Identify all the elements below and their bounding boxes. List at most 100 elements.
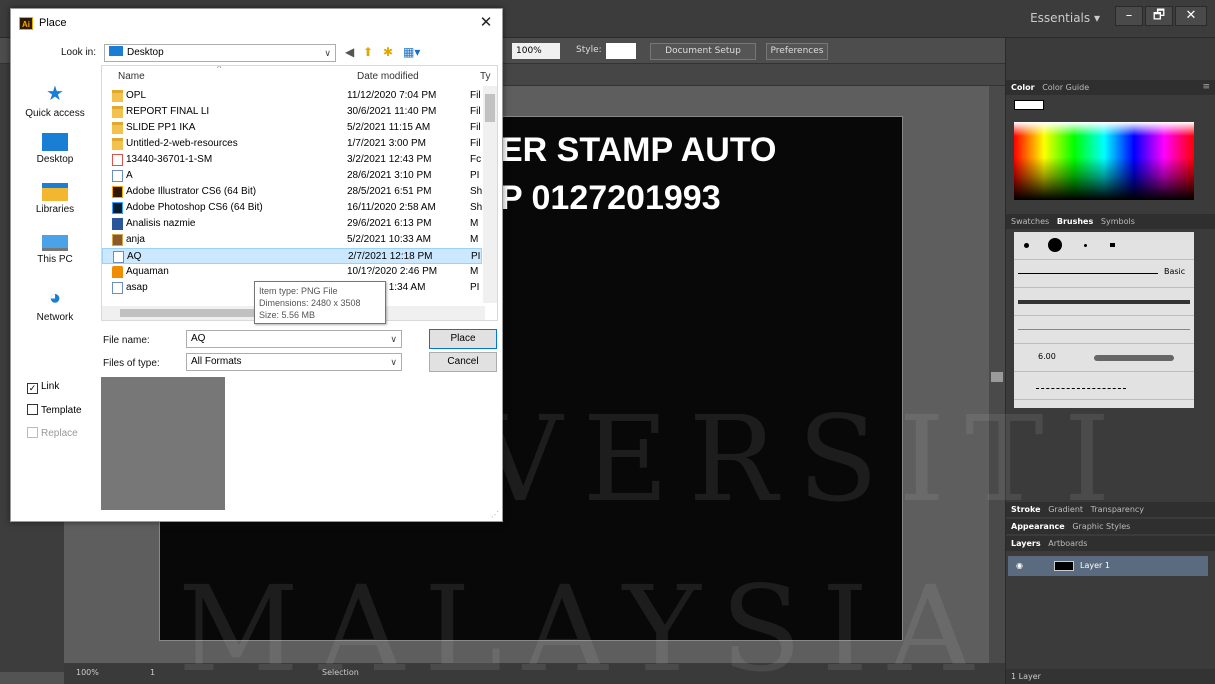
place-button[interactable]: Place — [429, 329, 497, 349]
dialog-title-bar[interactable]: Ai Place ✕ — [11, 9, 502, 39]
checkbox-empty-icon — [27, 404, 38, 415]
scroll-thumb[interactable] — [991, 372, 1003, 382]
link-checkbox[interactable]: ✓ Link — [27, 381, 59, 394]
file-row[interactable]: AQ 2/7/2021 12:18 PM PI — [102, 248, 482, 264]
places-bar: ★ Quick access Desktop Libraries This PC… — [19, 65, 91, 325]
tab-transparency[interactable]: Transparency — [1091, 505, 1144, 514]
tab-color[interactable]: Color — [1011, 83, 1035, 92]
brush-row-dashed[interactable] — [1014, 372, 1194, 400]
file-date: 30/6/2021 11:40 PM — [347, 106, 437, 117]
tab-swatches[interactable]: Swatches — [1011, 217, 1049, 226]
brushes-list: Basic 6.00 — [1014, 232, 1194, 408]
file-list-vertical-scrollbar[interactable] — [483, 86, 497, 303]
file-date: 2/7/2021 12:18 PM — [348, 251, 433, 262]
scroll-thumb[interactable] — [485, 94, 495, 122]
file-row[interactable]: SLIDE PP1 IKA 5/2/2021 11:15 AM Fil — [102, 120, 482, 136]
close-icon[interactable]: ✕ — [476, 13, 496, 33]
stroke-panel-header: Stroke Gradient Transparency — [1006, 502, 1215, 517]
tab-artboards[interactable]: Artboards — [1048, 539, 1087, 548]
tab-stroke[interactable]: Stroke — [1011, 505, 1041, 514]
restore-button[interactable]: 🗗 — [1145, 6, 1173, 26]
file-name-input[interactable]: AQ ∨ — [186, 330, 402, 348]
workspace-switcher[interactable]: Essentials ▾ — [1030, 11, 1100, 25]
file-row[interactable]: anja 5/2/2021 10:33 AM M — [102, 232, 482, 248]
file-row[interactable]: A 28/6/2021 3:10 PM PI — [102, 168, 482, 184]
opacity-field[interactable]: 100% — [512, 43, 560, 59]
place-quick-access[interactable]: ★ Quick access — [19, 83, 91, 119]
file-name: Adobe Illustrator CS6 (64 Bit) — [126, 186, 257, 197]
preferences-button[interactable]: Preferences — [766, 43, 828, 60]
minimize-button[interactable]: – — [1115, 6, 1143, 26]
column-type[interactable]: Ty — [480, 71, 491, 82]
file-row[interactable]: 13440-36701-1-SM 3/2/2021 12:43 PM Fc — [102, 152, 482, 168]
layer-name[interactable]: Layer 1 — [1080, 556, 1110, 576]
back-icon[interactable]: ◀ — [345, 45, 354, 59]
file-row[interactable]: Adobe Illustrator CS6 (64 Bit) 28/5/2021 … — [102, 184, 482, 200]
status-tool[interactable]: Selection — [322, 668, 359, 677]
tooltip-dimensions: Dimensions: 2480 x 3508 — [259, 298, 361, 308]
file-name: A — [126, 170, 133, 181]
file-name: REPORT FINAL LI — [126, 106, 210, 117]
file-row[interactable]: Adobe Photoshop CS6 (64 Bit) 16/11/2020 2… — [102, 200, 482, 216]
new-folder-icon[interactable]: ✱ — [383, 45, 393, 59]
place-libraries[interactable]: Libraries — [19, 183, 91, 215]
file-name: Untitled-2-web-resources — [126, 138, 238, 149]
checkbox-disabled-icon — [27, 427, 38, 438]
layer-row[interactable]: ◉ Layer 1 — [1008, 556, 1208, 576]
brush-row-arrow[interactable] — [1014, 316, 1194, 344]
file-date: 5/2/2021 11:15 AM — [347, 122, 431, 133]
style-label: Style: — [576, 45, 602, 55]
look-in-dropdown[interactable]: Desktop ∨ — [104, 44, 336, 62]
status-zoom[interactable]: 100% — [76, 668, 99, 677]
tab-graphic-styles[interactable]: Graphic Styles — [1072, 522, 1130, 531]
brush-row-charcoal[interactable] — [1014, 288, 1194, 316]
folder-icon — [112, 90, 123, 102]
document-setup-button[interactable]: Document Setup — [650, 43, 756, 60]
app-close-button[interactable]: ✕ — [1175, 6, 1207, 26]
view-menu-icon[interactable]: ▦▾ — [403, 45, 420, 59]
cancel-button[interactable]: Cancel — [429, 352, 497, 372]
image-icon — [112, 170, 123, 182]
brush-row-basic[interactable]: Basic — [1014, 260, 1194, 288]
up-folder-icon[interactable]: ⬆ — [363, 45, 373, 59]
place-network[interactable]: ◕ Network — [19, 287, 91, 323]
tab-symbols[interactable]: Symbols — [1101, 217, 1135, 226]
file-type: Fil — [470, 138, 481, 149]
place-this-pc[interactable]: This PC — [19, 235, 91, 265]
resize-grip-icon[interactable]: ⋰ — [491, 510, 499, 519]
file-name-label: File name: — [103, 335, 150, 346]
file-type: PI — [471, 251, 481, 262]
file-row[interactable]: REPORT FINAL LI 30/6/2021 11:40 PM Fil — [102, 104, 482, 120]
file-row[interactable]: Analisis nazmie 29/6/2021 6:13 PM M — [102, 216, 482, 232]
file-row[interactable]: Untitled-2-web-resources 1/7/2021 3:00 PM… — [102, 136, 482, 152]
brush-row-dots[interactable] — [1014, 232, 1194, 260]
fill-stroke-swatches[interactable] — [1014, 100, 1044, 110]
status-page[interactable]: 1 — [150, 668, 155, 677]
tab-layers[interactable]: Layers — [1011, 539, 1041, 548]
artboard-text-line-1[interactable]: ER STAMP AUTO — [500, 131, 776, 170]
tab-gradient[interactable]: Gradient — [1048, 505, 1083, 514]
place-dialog: Ai Place ✕ Look in: Desktop ∨ ◀ ⬆ ✱ ▦▾ ★… — [10, 8, 503, 522]
tab-brushes[interactable]: Brushes — [1057, 217, 1093, 226]
file-date: 10/1?/2020 2:46 PM — [347, 266, 438, 277]
libraries-icon — [42, 183, 68, 201]
column-date-modified[interactable]: Date modified — [357, 71, 419, 82]
brush-row-size[interactable]: 6.00 — [1014, 344, 1194, 372]
template-checkbox[interactable]: Template — [27, 404, 82, 416]
style-swatch[interactable] — [606, 43, 636, 59]
place-desktop[interactable]: Desktop — [19, 133, 91, 165]
file-row[interactable]: OPL 11/12/2020 7:04 PM Fil — [102, 88, 482, 104]
panel-menu-icon[interactable]: ≡ — [1202, 80, 1210, 95]
file-list-header: Name ^ Date modified Ty — [102, 66, 497, 86]
tab-appearance[interactable]: Appearance — [1011, 522, 1065, 531]
desktop-icon — [109, 46, 123, 56]
tab-color-guide[interactable]: Color Guide — [1042, 83, 1089, 92]
scroll-thumb[interactable] — [120, 309, 265, 317]
column-name[interactable]: Name — [118, 71, 145, 82]
files-of-type-dropdown[interactable]: All Formats ∨ — [186, 353, 402, 371]
canvas-vertical-scrollbar[interactable] — [989, 86, 1005, 663]
artboard-text-line-2[interactable]: P 0127201993 — [500, 179, 721, 218]
desktop-monitor-icon — [42, 133, 68, 151]
eye-icon[interactable]: ◉ — [1016, 556, 1023, 576]
file-row[interactable]: Aquaman 10/1?/2020 2:46 PM M — [102, 264, 482, 280]
